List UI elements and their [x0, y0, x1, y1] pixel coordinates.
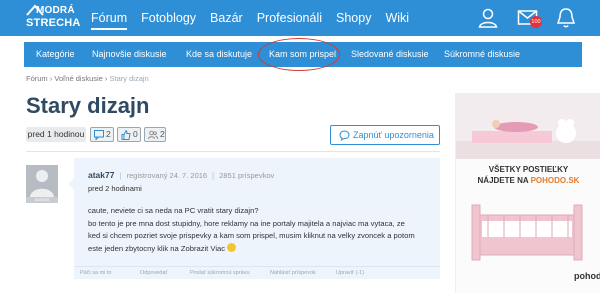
post-author[interactable]: atak77	[88, 170, 114, 180]
thread-time: pred 1 hodinou	[26, 127, 86, 142]
ad-bedroom-image	[456, 93, 600, 159]
divider	[26, 151, 440, 152]
breadcrumb: Fórum › Voľné diskusie › Stary dizajn	[26, 74, 149, 83]
mail-count-badge: 100	[530, 16, 542, 28]
nav-profesionali[interactable]: Profesionáli	[257, 0, 322, 36]
avatar-label: AVATAR	[26, 197, 58, 203]
post-line: ked si chcem pozriet svoje prispevky a k…	[88, 231, 415, 241]
post-header: atak77 | registrovaný 24. 7. 2016 | 2851…	[88, 170, 274, 180]
watch-notifications-button[interactable]: Zapnúť upozornenia	[330, 125, 440, 145]
page-title: Stary dizajn	[26, 93, 150, 118]
likes-count-value: 0	[133, 129, 138, 139]
breadcrumb-volne-diskusie[interactable]: Voľné diskusie	[54, 74, 102, 83]
comment-icon	[94, 130, 104, 140]
like-action[interactable]: Páči sa mi to	[80, 270, 111, 276]
avatar[interactable]	[26, 165, 58, 197]
subnav-sledovane[interactable]: Sledované diskusie	[351, 42, 429, 67]
ad-bed-icon	[471, 204, 583, 261]
ad-subheadline-text: NÁJDETE NA	[477, 176, 531, 185]
subnav-sukromne[interactable]: Súkromné diskusie	[444, 42, 520, 67]
nav-bazar[interactable]: Bazár	[210, 0, 243, 36]
post-body: caute, neviete ci sa neda na PC vratit s…	[88, 205, 433, 255]
smiley-icon	[227, 242, 237, 252]
views-count[interactable]: 2	[144, 127, 166, 142]
ad-brand: POHODO.SK	[530, 176, 580, 185]
post-card: atak77 | registrovaný 24. 7. 2016 | 2851…	[74, 158, 440, 279]
post-count: 2851 príspevkov	[219, 171, 275, 180]
post-time: pred 2 hodinami	[88, 184, 142, 193]
separator-dot: |	[119, 171, 122, 180]
thumbs-up-icon	[121, 130, 131, 140]
highlight-circle-annotation	[258, 38, 340, 71]
post-line: bo tento je pre mna dost stupidny, hore …	[88, 218, 405, 228]
reply-action[interactable]: Odpovedať	[140, 270, 167, 276]
user-icon[interactable]	[476, 6, 500, 30]
breadcrumb-current: Stary dizajn	[109, 74, 149, 83]
ad-subheadline: NÁJDETE NA POHODO.SK	[456, 176, 600, 185]
nav-fotoblogy[interactable]: Fotoblogy	[141, 0, 196, 36]
likes-count[interactable]: 0	[117, 127, 141, 142]
mail-icon[interactable]: 100	[516, 6, 542, 30]
ad-headline: VŠETKY POSTIEĽKY	[488, 165, 569, 174]
top-header: MODRÁ STRECHA Fórum Fotoblogy Bazár Prof…	[0, 0, 600, 36]
logo-text-line2: STRECHA	[26, 17, 81, 29]
comments-count-value: 2	[106, 129, 111, 139]
report-action[interactable]: Nahlásiť príspevok	[270, 270, 316, 276]
site-logo[interactable]: MODRÁ STRECHA	[26, 4, 82, 32]
separator-dot: |	[212, 171, 215, 180]
private-message-action[interactable]: Poslať súkromnú správu	[190, 270, 250, 276]
edit-action[interactable]: Upraviť (-1)	[336, 270, 364, 276]
post-line: caute, neviete ci sa neda na PC vratit s…	[88, 206, 259, 215]
avatar-placeholder-icon	[30, 170, 54, 197]
users-icon	[148, 130, 158, 140]
post-registered: registrovaný 24. 7. 2016	[126, 171, 208, 180]
main-nav: Fórum Fotoblogy Bazár Profesionáli Shopy…	[91, 0, 423, 36]
post-actions: Páči sa mi to Odpovedať Poslať súkromnú …	[74, 266, 440, 279]
breadcrumb-forum[interactable]: Fórum	[26, 74, 48, 83]
watch-notifications-label: Zapnúť upozornenia	[353, 130, 434, 140]
nav-wiki[interactable]: Wiki	[385, 0, 409, 36]
comments-count[interactable]: 2	[90, 127, 114, 142]
ad-brand-logo: pohodo	[574, 271, 600, 281]
post-line-text: este jeden zbytocny klik na Zobrazit Via…	[88, 243, 226, 253]
bell-icon[interactable]	[554, 6, 578, 30]
notification-bubble-icon	[339, 130, 350, 141]
nav-shopy[interactable]: Shopy	[336, 0, 371, 36]
logo-text-line1: MODRÁ	[36, 5, 75, 16]
advertisement[interactable]: VŠETKY POSTIEĽKY NÁJDETE NA POHODO.SK po…	[455, 93, 600, 293]
ad-scene-icon	[456, 93, 600, 159]
subnav-kategorie[interactable]: Kategórie	[36, 42, 75, 67]
subnav-kde-sa-diskutuje[interactable]: Kde sa diskutuje	[186, 42, 252, 67]
nav-forum[interactable]: Fórum	[91, 0, 128, 36]
post-line-last: este jeden zbytocny klik na Zobrazit Via…	[88, 242, 433, 256]
subnav-najnovsie[interactable]: Najnovšie diskusie	[92, 42, 167, 67]
views-count-value: 2	[160, 129, 165, 139]
